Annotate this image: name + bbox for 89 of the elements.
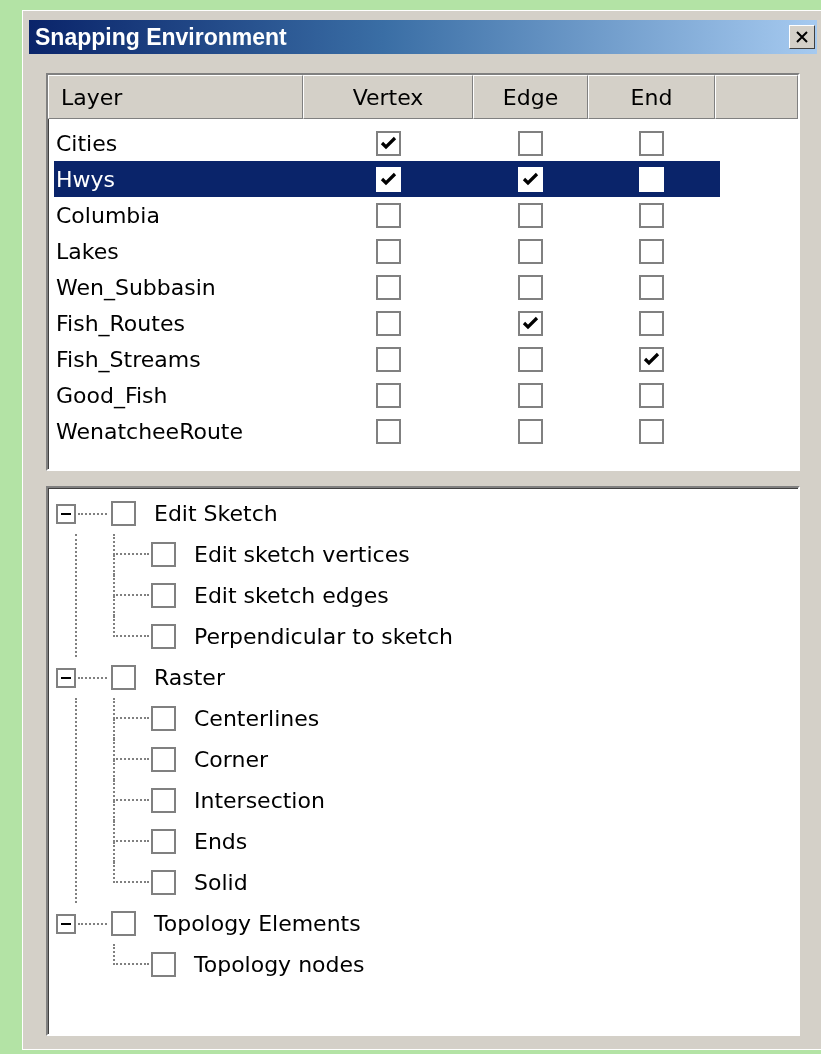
checkbox[interactable] <box>375 238 401 264</box>
checkbox[interactable] <box>151 788 176 813</box>
checkbox[interactable] <box>151 952 176 977</box>
checkbox[interactable] <box>151 870 176 895</box>
checkbox[interactable] <box>375 130 401 156</box>
column-header[interactable]: Layer <box>48 75 303 119</box>
tree-line <box>113 821 149 842</box>
layer-name: Columbia <box>56 202 160 228</box>
check-icon <box>522 315 539 331</box>
table-row[interactable]: Lakes <box>54 233 720 269</box>
table-row[interactable]: Columbia <box>54 197 720 233</box>
checkbox[interactable] <box>375 202 401 228</box>
tree-item[interactable]: Perpendicular to sketch <box>194 620 453 653</box>
check-icon <box>379 171 397 187</box>
close-button[interactable] <box>789 25 815 49</box>
check-icon <box>522 171 539 187</box>
layer-name: WenatcheeRoute <box>56 418 244 444</box>
tree-item[interactable]: Centerlines <box>194 702 320 735</box>
collapse-icon[interactable] <box>56 503 76 524</box>
tree-item[interactable]: Raster <box>154 661 225 694</box>
checkbox[interactable] <box>518 238 543 264</box>
checkbox[interactable] <box>375 310 401 336</box>
checkbox[interactable] <box>375 274 401 300</box>
checkbox[interactable] <box>639 274 664 300</box>
checkbox[interactable] <box>151 829 176 854</box>
table-row[interactable]: Fish_Streams <box>54 341 720 377</box>
check-icon <box>643 351 660 367</box>
table-row[interactable]: Good_Fish <box>54 377 720 413</box>
checkbox[interactable] <box>518 274 543 300</box>
window-title: Snapping Environment <box>35 22 287 52</box>
close-icon <box>795 30 809 44</box>
checkbox[interactable] <box>518 346 543 372</box>
checkbox[interactable] <box>639 418 664 444</box>
checkbox[interactable] <box>639 382 664 408</box>
checkbox[interactable] <box>518 418 543 444</box>
checkbox[interactable] <box>375 418 401 444</box>
layer-name: Hwys <box>56 166 116 192</box>
column-header[interactable]: End <box>588 75 715 119</box>
checkbox[interactable] <box>375 382 401 408</box>
column-header[interactable]: Edge <box>473 75 588 119</box>
checkbox[interactable] <box>111 911 136 936</box>
checkbox[interactable] <box>151 583 176 608</box>
checkbox[interactable] <box>639 310 664 336</box>
tree-line <box>113 698 149 719</box>
checkbox[interactable] <box>151 624 176 649</box>
tree-line <box>113 534 149 555</box>
checkbox[interactable] <box>518 310 543 336</box>
checkbox[interactable] <box>151 706 176 731</box>
column-header[interactable]: Vertex <box>303 75 473 119</box>
tree-item[interactable]: Topology Elements <box>154 907 361 940</box>
table-row[interactable]: Fish_Routes <box>54 305 720 341</box>
tree-item[interactable]: Edit sketch vertices <box>194 538 410 571</box>
tree-item[interactable]: Solid <box>194 866 248 899</box>
tree-line <box>113 862 149 883</box>
collapse-icon[interactable] <box>56 667 76 688</box>
tree-item[interactable]: Edit sketch edges <box>194 579 389 612</box>
layer-name: Lakes <box>56 238 119 264</box>
checkbox[interactable] <box>111 501 136 526</box>
checkbox[interactable] <box>639 346 664 372</box>
checkbox[interactable] <box>151 542 176 567</box>
table-row[interactable]: Wen_Subbasin <box>54 269 720 305</box>
checkbox[interactable] <box>518 202 543 228</box>
tree-line <box>113 616 149 637</box>
tree-line <box>113 739 149 760</box>
tree-item[interactable]: Ends <box>194 825 248 858</box>
checkbox[interactable] <box>518 382 543 408</box>
tree-item[interactable]: Intersection <box>194 784 325 817</box>
checkbox[interactable] <box>111 665 136 690</box>
tree-item[interactable]: Edit Sketch <box>154 497 278 530</box>
checkbox[interactable] <box>518 130 543 156</box>
layer-name: Fish_Streams <box>56 346 201 372</box>
layer-name: Wen_Subbasin <box>56 274 216 300</box>
tree-line <box>113 575 149 596</box>
checkbox[interactable] <box>375 346 401 372</box>
collapse-icon[interactable] <box>56 913 76 934</box>
layer-name: Fish_Routes <box>56 310 185 336</box>
checkbox[interactable] <box>639 202 664 228</box>
table-row[interactable]: WenatcheeRoute <box>54 413 720 449</box>
checkbox[interactable] <box>639 130 664 156</box>
checkbox[interactable] <box>639 238 664 264</box>
check-icon <box>379 135 397 151</box>
layer-name: Cities <box>56 130 118 156</box>
tree-item[interactable]: Corner <box>194 743 268 776</box>
layer-name: Good_Fish <box>56 382 168 408</box>
tree-line <box>113 944 149 965</box>
checkbox[interactable] <box>151 747 176 772</box>
table-row[interactable]: Cities <box>54 125 720 161</box>
tree-line <box>113 780 149 801</box>
tree-item[interactable]: Topology nodes <box>194 948 365 981</box>
